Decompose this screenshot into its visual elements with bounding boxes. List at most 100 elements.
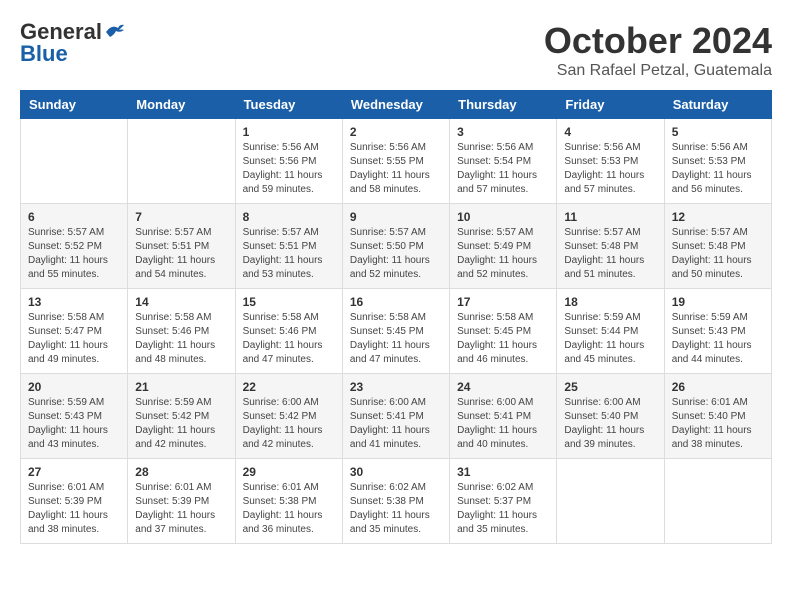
logo: General Blue [20,20,126,66]
calendar-cell: 19Sunrise: 5:59 AMSunset: 5:43 PMDayligh… [664,289,771,374]
day-info: Sunrise: 5:56 AMSunset: 5:55 PMDaylight:… [350,141,442,197]
day-number: 13 [28,295,120,309]
calendar-cell: 25 Sunrise: 6:00 AMSunset: 5:40 PMDayligh… [557,374,664,459]
day-info: Sunrise: 5:57 AMSunset: 5:52 PMDaylight:… [28,226,120,282]
logo-bird-icon [104,21,126,43]
day-info: Sunrise: 5:56 AMSunset: 5:53 PMDaylight:… [672,141,764,197]
day-number: 18 [564,295,656,309]
day-info: Sunrise: 5:56 AMSunset: 5:54 PMDaylight:… [457,141,549,197]
calendar-cell: 3 Sunrise: 5:56 AMSunset: 5:54 PMDaylight… [450,119,557,204]
day-info: Sunrise: 5:59 AMSunset: 5:43 PMDaylight:… [672,311,764,367]
calendar-cell: 10Sunrise: 5:57 AMSunset: 5:49 PMDayligh… [450,204,557,289]
calendar-cell [128,119,235,204]
calendar-cell: 5Sunrise: 5:56 AMSunset: 5:53 PMDaylight… [664,119,771,204]
day-info: Sunrise: 5:58 AMSunset: 5:45 PMDaylight:… [457,311,549,367]
day-number: 6 [28,210,120,224]
calendar-cell: 11Sunrise: 5:57 AMSunset: 5:48 PMDayligh… [557,204,664,289]
day-info: Sunrise: 6:00 AMSunset: 5:40 PMDaylight:… [564,396,656,452]
calendar-header-wednesday: Wednesday [342,91,449,119]
calendar-cell: 12Sunrise: 5:57 AMSunset: 5:48 PMDayligh… [664,204,771,289]
day-number: 7 [135,210,227,224]
calendar-week-5: 27 Sunrise: 6:01 AMSunset: 5:39 PMDayligh… [21,459,772,544]
day-number: 21 [135,380,227,394]
calendar-week-2: 6 Sunrise: 5:57 AMSunset: 5:52 PMDaylight… [21,204,772,289]
calendar-header-saturday: Saturday [664,91,771,119]
day-number: 12 [672,210,764,224]
calendar-cell: 29 Sunrise: 6:01 AMSunset: 5:38 PMDayligh… [235,459,342,544]
day-number: 9 [350,210,442,224]
day-info: Sunrise: 6:00 AMSunset: 5:41 PMDaylight:… [457,396,549,452]
day-info: Sunrise: 5:57 AMSunset: 5:51 PMDaylight:… [243,226,335,282]
day-info: Sunrise: 6:00 AMSunset: 5:41 PMDaylight:… [350,396,442,452]
day-info: Sunrise: 5:58 AMSunset: 5:47 PMDaylight:… [28,311,120,367]
calendar-cell: 27 Sunrise: 6:01 AMSunset: 5:39 PMDayligh… [21,459,128,544]
day-info: Sunrise: 6:01 AMSunset: 5:38 PMDaylight:… [243,481,335,537]
day-info: Sunrise: 5:58 AMSunset: 5:46 PMDaylight:… [243,311,335,367]
calendar-header-thursday: Thursday [450,91,557,119]
day-info: Sunrise: 5:59 AMSunset: 5:42 PMDaylight:… [135,396,227,452]
calendar-cell: 31 Sunrise: 6:02 AMSunset: 5:37 PMDayligh… [450,459,557,544]
month-title: October 2024 [544,20,772,62]
calendar-cell [557,459,664,544]
calendar-cell: 13 Sunrise: 5:58 AMSunset: 5:47 PMDayligh… [21,289,128,374]
calendar-cell: 23 Sunrise: 6:00 AMSunset: 5:41 PMDayligh… [342,374,449,459]
day-number: 3 [457,125,549,139]
day-number: 17 [457,295,549,309]
calendar-cell: 2Sunrise: 5:56 AMSunset: 5:55 PMDaylight… [342,119,449,204]
calendar-cell: 8 Sunrise: 5:57 AMSunset: 5:51 PMDaylight… [235,204,342,289]
day-info: Sunrise: 5:56 AMSunset: 5:56 PMDaylight:… [243,141,335,197]
day-number: 24 [457,380,549,394]
calendar-cell: 24 Sunrise: 6:00 AMSunset: 5:41 PMDayligh… [450,374,557,459]
day-number: 10 [457,210,549,224]
title-block: October 2024 San Rafael Petzal, Guatemal… [544,20,772,80]
calendar-cell: 20 Sunrise: 5:59 AMSunset: 5:43 PMDayligh… [21,374,128,459]
day-number: 28 [135,465,227,479]
page-header: General Blue October 2024 San Rafael Pet… [20,20,772,80]
day-info: Sunrise: 5:58 AMSunset: 5:45 PMDaylight:… [350,311,442,367]
calendar-header-sunday: Sunday [21,91,128,119]
calendar-cell: 22 Sunrise: 6:00 AMSunset: 5:42 PMDayligh… [235,374,342,459]
calendar-cell: 7 Sunrise: 5:57 AMSunset: 5:51 PMDaylight… [128,204,235,289]
day-number: 1 [243,125,335,139]
day-info: Sunrise: 5:57 AMSunset: 5:50 PMDaylight:… [350,226,442,282]
location-title: San Rafael Petzal, Guatemala [544,62,772,80]
calendar-cell: 9 Sunrise: 5:57 AMSunset: 5:50 PMDaylight… [342,204,449,289]
calendar-cell: 26Sunrise: 6:01 AMSunset: 5:40 PMDayligh… [664,374,771,459]
day-info: Sunrise: 5:57 AMSunset: 5:51 PMDaylight:… [135,226,227,282]
calendar-cell [664,459,771,544]
day-info: Sunrise: 6:01 AMSunset: 5:39 PMDaylight:… [135,481,227,537]
calendar-cell [21,119,128,204]
day-number: 22 [243,380,335,394]
calendar-header-row: SundayMondayTuesdayWednesdayThursdayFrid… [21,91,772,119]
day-number: 20 [28,380,120,394]
day-info: Sunrise: 6:02 AMSunset: 5:37 PMDaylight:… [457,481,549,537]
calendar-week-3: 13 Sunrise: 5:58 AMSunset: 5:47 PMDayligh… [21,289,772,374]
calendar-cell: 15Sunrise: 5:58 AMSunset: 5:46 PMDayligh… [235,289,342,374]
day-number: 25 [564,380,656,394]
day-info: Sunrise: 6:00 AMSunset: 5:42 PMDaylight:… [243,396,335,452]
calendar-cell: 18Sunrise: 5:59 AMSunset: 5:44 PMDayligh… [557,289,664,374]
calendar-cell: 14Sunrise: 5:58 AMSunset: 5:46 PMDayligh… [128,289,235,374]
day-info: Sunrise: 6:01 AMSunset: 5:40 PMDaylight:… [672,396,764,452]
day-number: 30 [350,465,442,479]
day-number: 27 [28,465,120,479]
day-number: 16 [350,295,442,309]
calendar-cell: 6 Sunrise: 5:57 AMSunset: 5:52 PMDaylight… [21,204,128,289]
day-number: 8 [243,210,335,224]
calendar-cell: 17 Sunrise: 5:58 AMSunset: 5:45 PMDayligh… [450,289,557,374]
calendar-cell: 1 Sunrise: 5:56 AMSunset: 5:56 PMDaylight… [235,119,342,204]
day-info: Sunrise: 5:59 AMSunset: 5:43 PMDaylight:… [28,396,120,452]
logo-blue-text: Blue [20,42,68,66]
day-info: Sunrise: 5:57 AMSunset: 5:48 PMDaylight:… [564,226,656,282]
day-info: Sunrise: 6:02 AMSunset: 5:38 PMDaylight:… [350,481,442,537]
day-number: 14 [135,295,227,309]
calendar-cell: 28 Sunrise: 6:01 AMSunset: 5:39 PMDayligh… [128,459,235,544]
day-number: 31 [457,465,549,479]
day-info: Sunrise: 6:01 AMSunset: 5:39 PMDaylight:… [28,481,120,537]
calendar-header-monday: Monday [128,91,235,119]
calendar-cell: 4Sunrise: 5:56 AMSunset: 5:53 PMDaylight… [557,119,664,204]
day-number: 29 [243,465,335,479]
day-number: 23 [350,380,442,394]
calendar-week-1: 1 Sunrise: 5:56 AMSunset: 5:56 PMDaylight… [21,119,772,204]
day-number: 4 [564,125,656,139]
